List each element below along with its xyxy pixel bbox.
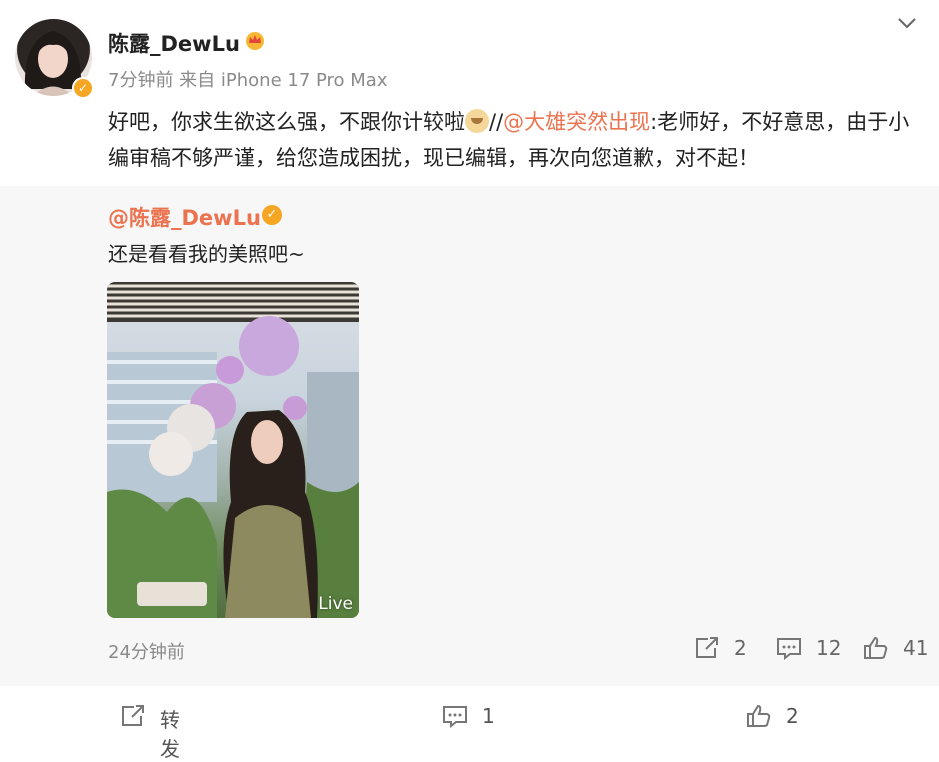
action-bar: 转发 1 2: [0, 700, 939, 761]
share-icon: [696, 637, 718, 658]
ceiling-slats: [107, 282, 359, 322]
comment-count: 12: [816, 636, 842, 660]
repost-box[interactable]: @陈露_DewLu ✓ 还是看看我的美照吧~ Live 24分钟前 2 12 4…: [0, 186, 939, 686]
post-text: 好吧，你求生欲这么强，不跟你计较啦//@大雄突然出现:老师好，不好意思，由于小编…: [108, 104, 923, 176]
repost-time: 24分钟前: [108, 642, 185, 663]
repost-text: 还是看看我的美照吧~: [108, 242, 305, 266]
verified-icon: ✓: [262, 205, 282, 225]
crown-icon[interactable]: [244, 29, 266, 51]
chevron-down-icon[interactable]: [897, 16, 917, 30]
mention-link[interactable]: @大雄突然出现: [503, 110, 650, 134]
share-count: 2: [734, 636, 747, 660]
like-count: 41: [903, 636, 929, 660]
comment-icon: [777, 638, 801, 660]
photo[interactable]: Live: [107, 282, 359, 618]
verified-badge-icon: ✓: [72, 77, 94, 99]
post-meta: 7分钟前 来自 iPhone 17 Pro Max: [108, 70, 388, 91]
dog-emoji-icon: [465, 109, 489, 133]
live-badge: Live: [318, 594, 353, 614]
post-header: ✓ 陈露_DewLu 7分钟前 来自 iPhone 17 Pro Max: [0, 0, 939, 100]
post-text-part1: 好吧，你求生欲这么强，不跟你计较啦: [108, 110, 465, 134]
thumbs-up-icon: [747, 704, 771, 727]
action-comment-count: 1: [482, 704, 495, 728]
post-text-separator: //: [489, 110, 504, 134]
forward-label: 转发: [160, 708, 180, 761]
post-username[interactable]: 陈露_DewLu: [108, 28, 240, 58]
action-like-count: 2: [786, 704, 799, 728]
repost-author[interactable]: @陈露_DewLu: [108, 202, 261, 232]
forward-icon: [122, 705, 144, 726]
comment-icon: [443, 706, 467, 728]
thumbs-up-icon: [864, 636, 888, 659]
